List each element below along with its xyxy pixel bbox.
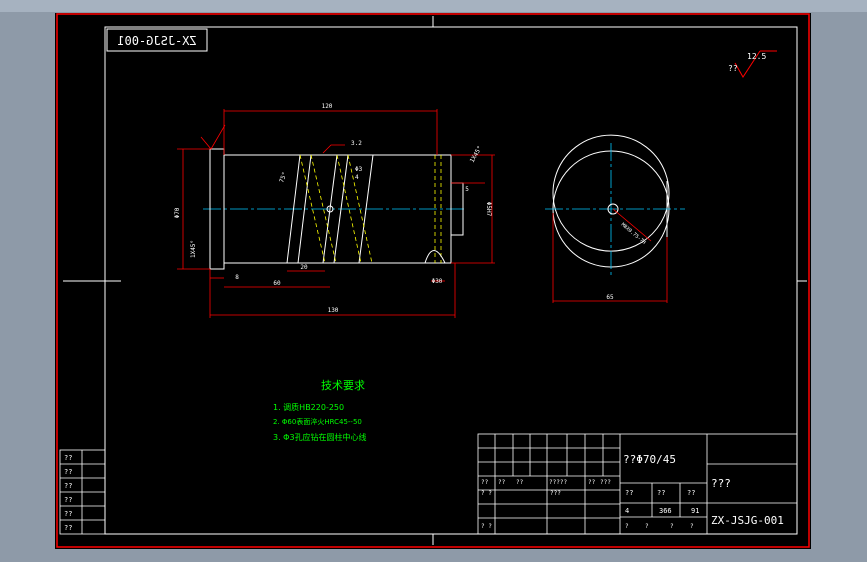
front-view — [203, 148, 465, 270]
mirrored-drawing-number: ZX-JSJG-001 — [117, 34, 196, 48]
left-row-4: ?? — [64, 496, 72, 504]
stage-label-2: ?? — [657, 489, 665, 497]
design-label: ? ? — [481, 490, 492, 497]
tech-item-3: 3. Φ3孔应钻在圆柱中心线 — [273, 432, 367, 442]
dim-total-length: 130 — [328, 307, 339, 314]
review-label: ? ? — [481, 523, 492, 530]
drawing-number: ZX-JSJG-001 — [711, 514, 784, 527]
material-label: ??Φ70/45 — [623, 453, 676, 466]
dim-helix-angle: 75° — [278, 171, 288, 184]
dim-groove-width: 20 — [300, 264, 308, 271]
sheet-label-1: ? — [625, 523, 629, 530]
stage-label-3: ?? — [687, 489, 695, 497]
drawing-frame — [104, 26, 798, 535]
design-value: ??? — [550, 490, 561, 497]
dim-chamfer-right: 1X45° — [469, 145, 484, 164]
header-cell-6: ??? — [600, 479, 611, 486]
roughness-value: 12.5 — [747, 52, 766, 61]
dim-small-dia: Φ30 — [432, 278, 443, 285]
mirrored-number-box: ZX-JSJG-001 — [106, 28, 208, 52]
left-row-3: ?? — [64, 482, 72, 490]
header-cell-3: ?? — [516, 479, 524, 486]
dim-diameter-left: Φ70 — [174, 207, 181, 218]
part-name: ??? — [711, 477, 731, 490]
sheet-label-4: ? — [690, 523, 694, 530]
dim-end-step: 5 — [465, 186, 469, 193]
header-cell-1: ?? — [481, 479, 489, 486]
header-cell-5: ?? — [588, 479, 596, 486]
drawing-svg: ZX-JSJG-001 ?? 12.5 120 130 8 60 20 Φ70 … — [56, 13, 810, 548]
left-row-6: ?? — [64, 524, 72, 532]
header-cell-2: ?? — [498, 479, 506, 486]
left-row-5: ?? — [64, 510, 72, 518]
dim-chamfer-left: 1X45° — [190, 240, 197, 258]
roughness-label: ?? — [728, 64, 738, 73]
header-cell-4: ????? — [549, 479, 567, 486]
left-row-1: ?? — [64, 454, 72, 462]
viewport-top-bar — [0, 0, 867, 12]
drawing-area[interactable]: ZX-JSJG-001 ?? 12.5 120 130 8 60 20 Φ70 … — [55, 13, 811, 549]
spiral-roughness: 3.2 — [351, 140, 362, 147]
dim-side-width: 65 — [606, 294, 614, 301]
title-block-texts: ??Φ70/45 ??? ZX-JSJG-001 ?? ?? ?? ????? … — [481, 453, 784, 530]
tech-item-2: 2. Φ60表面淬火HRC45--50 — [273, 417, 362, 426]
stage-value-2: 366 — [659, 507, 672, 515]
sheet-label-2: ? — [645, 523, 649, 530]
dim-hole-dia: Φ3 — [355, 166, 363, 173]
stage-value-3: 91 — [691, 507, 699, 515]
roughness-symbol: ?? 12.5 — [728, 50, 777, 78]
stage-value-1: 4 — [625, 507, 629, 515]
tech-title: 技术要求 — [321, 379, 365, 392]
dim-hole-depth: 4 — [355, 174, 359, 181]
dim-diameter-right: Φ5H7 — [485, 202, 492, 217]
tech-item-1: 1. 调质HB220-250 — [273, 402, 344, 412]
left-row-2: ?? — [64, 468, 72, 476]
cad-viewport: ZX-JSJG-001 ?? 12.5 120 130 8 60 20 Φ70 … — [0, 0, 867, 562]
side-view: M8X0.75-7H 65 — [545, 134, 685, 303]
stage-label-1: ?? — [625, 489, 633, 497]
dim-shoulder: 8 — [235, 274, 239, 281]
dim-top-length: 120 — [322, 103, 333, 110]
left-table — [59, 449, 106, 535]
sheet-label-3: ? — [670, 523, 674, 530]
tech-requirements: 技术要求 1. 调质HB220-250 2. Φ60表面淬火HRC45--50 … — [273, 379, 367, 442]
front-dimensions — [177, 109, 495, 318]
dim-offset: 60 — [273, 280, 281, 287]
